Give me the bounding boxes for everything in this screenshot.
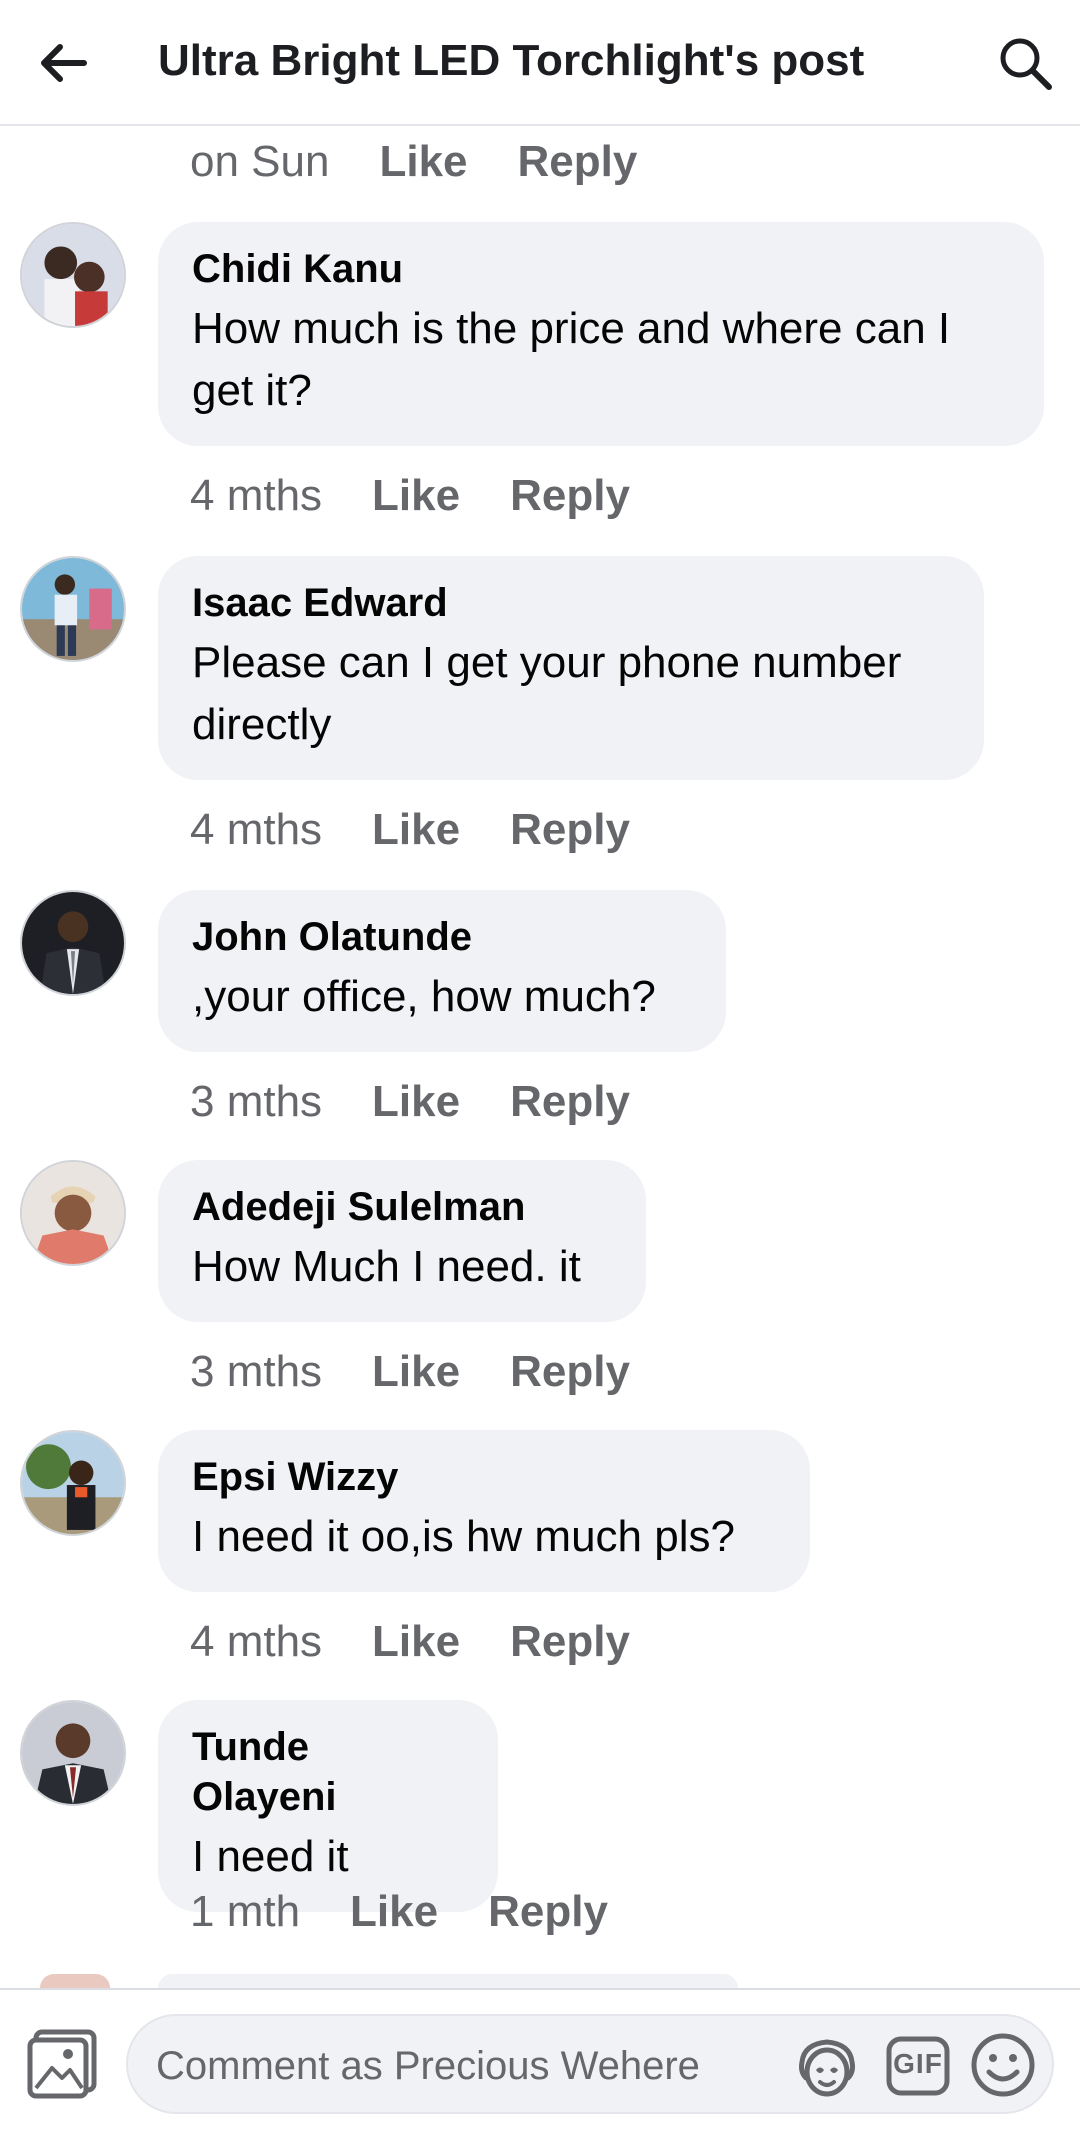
comment-text: I need it oo,is hw much pls? [192,1506,776,1568]
commenter-name[interactable]: Chidi Kanu [192,244,1010,294]
comment-text-line: ,your office, how much? [192,972,656,1021]
profile-photo [22,1432,124,1534]
photo-icon [27,2029,97,2099]
comment-time: 1 mth [190,1887,301,1936]
commenter-name[interactable]: Tunde Olayeni [192,1722,464,1822]
comment-text: I need it [192,1826,464,1888]
commenter-name[interactable]: Epsi Wizzy [192,1452,776,1502]
like-button[interactable]: Like [372,805,460,855]
comment-bubble[interactable]: Isaac Edward Please can I get your phone… [158,556,984,780]
comment-bubble[interactable]: Adedeji Sulelman How Much I need. it [158,1160,646,1322]
comment-text: How much is the price and where can I ge… [192,298,1010,422]
commenter-name[interactable]: John Olatunde [192,912,692,962]
arrow-left-icon [41,44,87,82]
comment-bubble[interactable]: Chidi Kanu How much is the price and whe… [158,222,1044,446]
like-button[interactable]: Like [372,471,460,521]
gif-label: GIF [893,2048,943,2079]
search-icon [1000,38,1052,90]
reply-button[interactable]: Reply [510,1077,630,1127]
comment-text-line: How Much I need. it [192,1242,581,1291]
comments-feed[interactable]: on Sun Like Reply Chidi Kanu How much is… [0,128,1080,1988]
like-button[interactable]: Like [372,1077,460,1127]
comment-actions: 3 mths Like Reply [190,1342,630,1402]
reply-button[interactable]: Reply [510,1617,630,1667]
comment-actions: 3 mths Like Reply [190,1072,630,1132]
avatar[interactable] [20,1430,126,1536]
commenter-name[interactable]: Adedeji Sulelman [192,1182,612,1232]
comment-actions: 4 mths Like Reply [190,466,630,526]
reply-button[interactable]: Reply [510,471,630,521]
avatar[interactable] [20,556,126,662]
back-button[interactable] [30,30,96,96]
comment-input[interactable] [156,2040,716,2092]
like-button[interactable]: Like [372,1347,460,1397]
like-button[interactable]: Like [379,137,467,187]
comment-bubble[interactable]: John Olatunde ,your office, how much? [158,890,726,1052]
comment-bubble[interactable]: Tunde Olayeni I need it [158,1700,498,1912]
emoji-icon [971,2033,1035,2097]
reply-button[interactable]: Reply [510,1347,630,1397]
comment-bubble[interactable] [158,1974,738,1988]
comment-actions: 4 mths Like Reply [190,800,630,860]
avatar-sticker-icon [799,2039,855,2097]
comment-time: 4 mths [190,1617,323,1666]
gif-button[interactable]: GIF [886,2034,950,2098]
comment-time: 3 mths [190,1077,323,1126]
comment-actions: 4 mths Like Reply [190,1612,630,1672]
comment-time: on Sun [190,137,330,186]
comment-text-line: Please can I get your phone number [192,638,902,687]
like-button[interactable]: Like [350,1887,438,1937]
profile-photo [22,224,124,326]
comment-text-line: directly [192,700,332,749]
comment-time: 4 mths [190,471,323,520]
profile-photo [22,558,124,660]
comment-actions: on Sun Like Reply [190,132,637,192]
comment-composer: GIF [0,1988,1080,2140]
commenter-name[interactable]: Isaac Edward [192,578,950,628]
profile-photo [22,1162,124,1264]
profile-photo [22,892,124,994]
comment-text: Please can I get your phone number direc… [192,632,950,756]
comment-text-line: How much is the price and where can I [192,304,951,353]
like-button[interactable]: Like [372,1617,460,1667]
comment-time: 3 mths [190,1347,323,1396]
photo-button[interactable] [26,2026,100,2100]
comment-time: 4 mths [190,805,323,854]
avatar[interactable] [40,1974,110,1988]
comment-text-line: I need it oo,is hw much pls? [192,1512,735,1561]
emoji-button[interactable] [970,2032,1036,2098]
comment-text-line: get it? [192,366,312,415]
avatar[interactable] [20,222,126,328]
top-app-bar: Ultra Bright LED Torchlight's post [0,0,1080,126]
search-button[interactable] [990,28,1060,98]
avatar[interactable] [20,890,126,996]
comment-text-line: I need it [192,1832,349,1881]
comment-text: How Much I need. it [192,1236,612,1298]
avatar[interactable] [20,1700,126,1806]
reply-button[interactable]: Reply [510,805,630,855]
reply-button[interactable]: Reply [518,137,638,187]
avatar-sticker-button[interactable] [792,2032,862,2102]
comment-bubble[interactable]: Epsi Wizzy I need it oo,is hw much pls? [158,1430,810,1592]
comment-text: ,your office, how much? [192,966,692,1028]
profile-photo [22,1702,124,1804]
reply-button[interactable]: Reply [488,1887,608,1937]
page-title: Ultra Bright LED Torchlight's post [158,36,865,85]
comment-actions: 1 mth Like Reply [190,1882,608,1942]
avatar[interactable] [20,1160,126,1266]
comment-field[interactable]: GIF [126,2014,1054,2114]
